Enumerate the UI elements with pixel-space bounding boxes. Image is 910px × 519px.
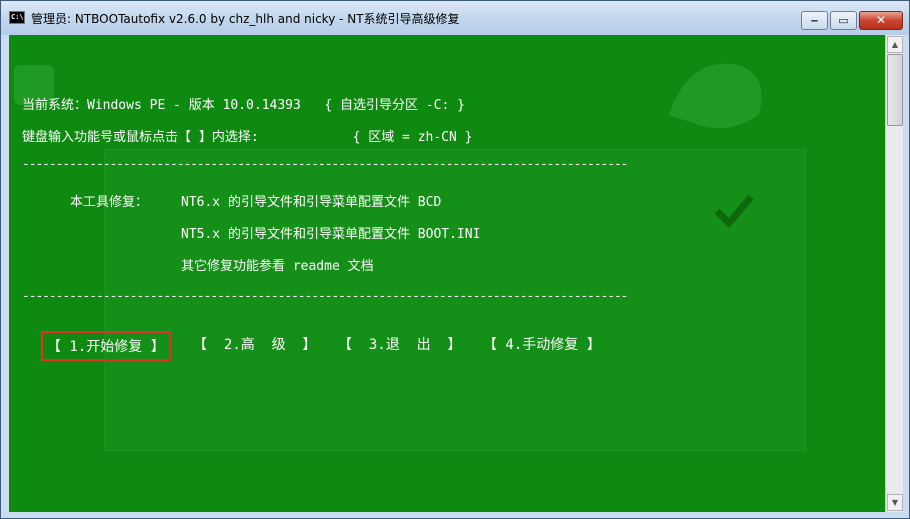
repair-item: NT6.x 的引导文件和引导菜单配置文件 BCD — [181, 195, 442, 210]
separator-top: ----------------------------------------… — [22, 157, 629, 172]
close-icon: ✕ — [875, 13, 887, 27]
start-repair-button[interactable]: 【 1.开始修复 】 — [41, 331, 171, 361]
repair-item: 其它修复功能参看 readme 文档 — [181, 259, 374, 274]
vertical-scrollbar[interactable]: ▲ ▼ — [885, 35, 903, 512]
scroll-up-icon[interactable]: ▲ — [887, 36, 903, 53]
title-bar[interactable]: C:\ 管理员: NTBOOTautofix v2.6.0 by chz_hlh… — [1, 1, 909, 35]
close-button[interactable]: ✕ — [859, 11, 903, 30]
background-check-icon — [714, 194, 754, 229]
repair-item: NT5.x 的引导文件和引导菜单配置文件 BOOT.INI — [181, 227, 481, 242]
background-logo-icon — [669, 63, 762, 129]
separator-bottom: ----------------------------------------… — [22, 289, 629, 304]
window-title: 管理员: NTBOOTautofix v2.6.0 by chz_hlh and… — [31, 12, 460, 26]
minimize-icon: ‒ — [810, 14, 819, 27]
console-area: 当前系统：Windows PE - 版本 10.0.14393 { 自选引导分区… — [9, 35, 885, 512]
prompt-line: 键盘输入功能号或鼠标点击【 】内选择: { 区域 = zh-CN } — [22, 130, 473, 145]
repair-heading: 本工具修复： — [70, 195, 149, 210]
manual-repair-button[interactable]: 【 4.手动修复 】 — [479, 331, 605, 361]
scroll-down-icon[interactable]: ▼ — [887, 494, 903, 511]
cmd-icon: C:\ — [9, 11, 25, 24]
scrollbar-thumb[interactable] — [887, 54, 903, 126]
advanced-button[interactable]: 【 2.高 级 】 — [189, 331, 320, 361]
minimize-button[interactable]: ‒ — [801, 11, 828, 30]
maximize-icon: ▭ — [838, 14, 849, 27]
maximize-button[interactable]: ▭ — [830, 11, 857, 30]
current-system-line: 当前系统：Windows PE - 版本 10.0.14393 { 自选引导分区… — [22, 98, 465, 113]
exit-button[interactable]: 【 3.退 出 】 — [334, 331, 465, 361]
console-window: C:\ 管理员: NTBOOTautofix v2.6.0 by chz_hlh… — [0, 0, 910, 519]
